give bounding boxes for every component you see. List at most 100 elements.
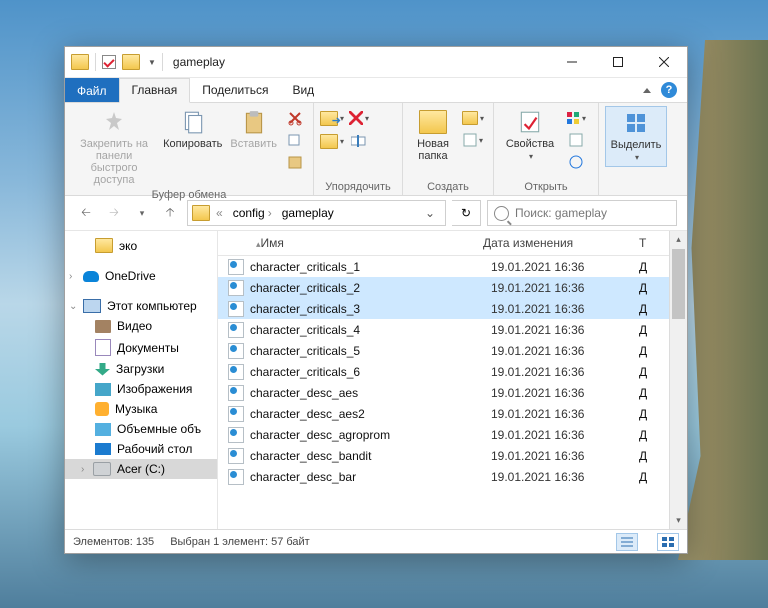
file-name: character_criticals_2 (250, 281, 491, 295)
status-selection: Выбран 1 элемент: 57 байт (170, 536, 310, 548)
nav-documents[interactable]: Документы (65, 336, 217, 359)
file-date: 19.01.2021 16:36 (491, 344, 639, 358)
file-type: Д (639, 386, 669, 400)
folder-icon (192, 205, 210, 221)
thumbnails-view-button[interactable] (657, 533, 679, 551)
copy-path-icon[interactable] (283, 130, 307, 150)
file-icon (228, 343, 244, 359)
delete-icon[interactable]: ▾ (347, 108, 371, 128)
qat-dropdown-icon[interactable]: ▼ (148, 58, 156, 67)
file-row[interactable]: character_desc_aes219.01.2021 16:36Д (218, 403, 669, 424)
column-type[interactable]: Т (631, 236, 669, 250)
column-name[interactable]: ▴Имя (254, 236, 475, 250)
ribbon: Закрепить на панели быстрого доступа Коп… (65, 103, 687, 196)
file-row[interactable]: character_desc_agroprom19.01.2021 16:36Д (218, 424, 669, 445)
search-input[interactable]: Поиск: gameplay (487, 200, 677, 226)
file-date: 19.01.2021 16:36 (491, 449, 639, 463)
file-row[interactable]: character_criticals_519.01.2021 16:36Д (218, 340, 669, 361)
file-type: Д (639, 449, 669, 463)
nav-folder-eco[interactable]: эко (65, 235, 217, 256)
file-row[interactable]: character_criticals_419.01.2021 16:36Д (218, 319, 669, 340)
file-date: 19.01.2021 16:36 (491, 386, 639, 400)
help-icon[interactable]: ? (661, 82, 677, 98)
nav-music[interactable]: Музыка (65, 399, 217, 419)
minimize-button[interactable] (549, 47, 595, 77)
tab-home[interactable]: Главная (119, 78, 191, 103)
nav-pictures[interactable]: Изображения (65, 379, 217, 399)
rename-icon[interactable] (347, 131, 371, 151)
file-row[interactable]: character_desc_bandit19.01.2021 16:36Д (218, 445, 669, 466)
recent-dropdown-icon[interactable]: ▾ (131, 202, 153, 224)
new-folder-button[interactable]: Новая папка (409, 106, 457, 164)
file-icon (228, 448, 244, 464)
cut-icon[interactable] (283, 108, 307, 128)
details-view-button[interactable] (616, 533, 638, 551)
file-icon (228, 406, 244, 422)
nav-onedrive[interactable]: ›OneDrive (65, 266, 217, 286)
file-type: Д (639, 365, 669, 379)
paste-button[interactable]: Вставить (228, 106, 279, 152)
select-button[interactable]: Выделить▾ (605, 106, 667, 167)
folder-icon (122, 54, 140, 70)
file-date: 19.01.2021 16:36 (491, 365, 639, 379)
file-name: character_desc_agroprom (250, 428, 491, 442)
status-bar: Элементов: 135 Выбран 1 элемент: 57 байт (65, 529, 687, 553)
edit-icon[interactable] (564, 130, 588, 150)
file-name: character_desc_bandit (250, 449, 491, 463)
file-name: character_criticals_1 (250, 260, 491, 274)
new-item-icon[interactable]: ▾ (461, 108, 485, 128)
file-date: 19.01.2021 16:36 (491, 407, 639, 421)
breadcrumb-config[interactable]: config› (229, 204, 276, 222)
file-type: Д (639, 344, 669, 358)
file-name: character_criticals_4 (250, 323, 491, 337)
forward-button[interactable]: 🡢 (103, 202, 125, 224)
copy-to-icon[interactable]: ▾ (320, 131, 344, 151)
file-date: 19.01.2021 16:36 (491, 323, 639, 337)
move-to-icon[interactable]: ➔▾ (320, 108, 344, 128)
file-icon (228, 301, 244, 317)
file-icon (228, 364, 244, 380)
file-row[interactable]: character_criticals_619.01.2021 16:36Д (218, 361, 669, 382)
file-name: character_desc_aes (250, 386, 491, 400)
breadcrumb-gameplay[interactable]: gameplay (278, 204, 338, 222)
file-date: 19.01.2021 16:36 (491, 428, 639, 442)
tab-file[interactable]: Файл (65, 78, 119, 102)
tab-share[interactable]: Поделиться (190, 78, 280, 102)
file-name: character_desc_bar (250, 470, 491, 484)
easy-access-icon[interactable]: ▾ (461, 130, 485, 150)
search-icon (494, 206, 509, 221)
nav-3d-objects[interactable]: Объемные объ (65, 419, 217, 439)
qat-checkbox-icon[interactable] (102, 55, 116, 69)
paste-shortcut-icon[interactable] (283, 152, 307, 172)
nav-desktop[interactable]: Рабочий стол (65, 439, 217, 459)
address-bar[interactable]: « config› gameplay ⌄ (187, 200, 446, 226)
properties-button[interactable]: Свойства▾ (500, 106, 560, 165)
up-button[interactable]: 🡡 (159, 202, 181, 224)
column-date[interactable]: Дата изменения (475, 236, 631, 250)
open-icon[interactable]: ▾ (564, 108, 588, 128)
close-button[interactable] (641, 47, 687, 77)
pin-quickaccess-button[interactable]: Закрепить на панели быстрого доступа (71, 106, 157, 188)
refresh-button[interactable]: ↻ (452, 200, 481, 226)
copy-button[interactable]: Копировать (161, 106, 224, 152)
collapse-ribbon-icon[interactable] (643, 88, 651, 93)
file-type: Д (639, 428, 669, 442)
back-button[interactable]: 🡠 (75, 202, 97, 224)
history-icon[interactable] (564, 152, 588, 172)
maximize-button[interactable] (595, 47, 641, 77)
tab-view[interactable]: Вид (280, 78, 326, 102)
nav-this-pc[interactable]: ⌄Этот компьютер (65, 296, 217, 316)
file-type: Д (639, 470, 669, 484)
nav-drive-acer[interactable]: ›Acer (C:) (65, 459, 217, 479)
file-row[interactable]: character_desc_bar19.01.2021 16:36Д (218, 466, 669, 487)
file-row[interactable]: character_criticals_119.01.2021 16:36Д (218, 256, 669, 277)
file-row[interactable]: character_criticals_319.01.2021 16:36Д (218, 298, 669, 319)
file-date: 19.01.2021 16:36 (491, 302, 639, 316)
vertical-scrollbar[interactable]: ▴ ▾ (669, 231, 687, 529)
nav-downloads[interactable]: Загрузки (65, 359, 217, 379)
file-row[interactable]: character_desc_aes19.01.2021 16:36Д (218, 382, 669, 403)
nav-video[interactable]: Видео (65, 316, 217, 336)
file-name: character_criticals_3 (250, 302, 491, 316)
file-row[interactable]: character_criticals_219.01.2021 16:36Д (218, 277, 669, 298)
address-dropdown-icon[interactable]: ⌄ (419, 206, 441, 220)
